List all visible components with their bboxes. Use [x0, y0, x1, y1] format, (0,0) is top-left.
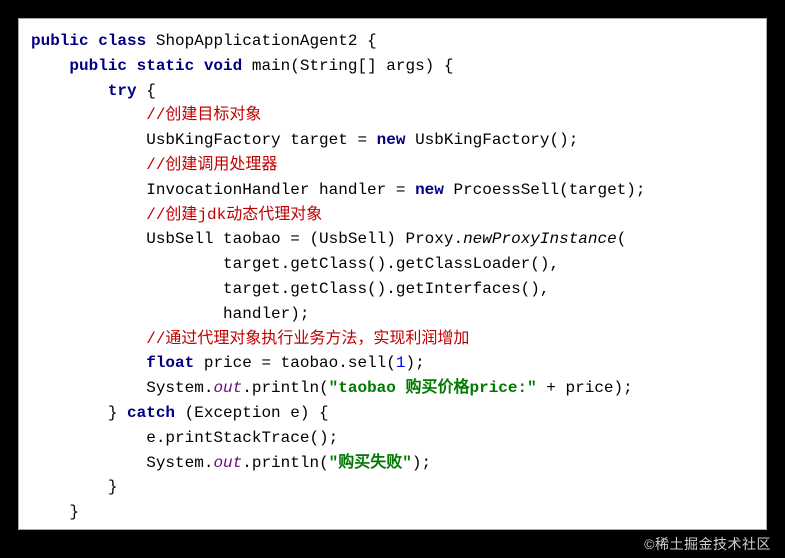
class-name: ShopApplicationAgent2	[156, 32, 358, 50]
println: .println(	[242, 379, 328, 397]
price-decl: price = taobao.sell(	[194, 354, 396, 372]
println-close: );	[412, 454, 431, 472]
println: .println(	[242, 454, 328, 472]
keyword-catch: catch	[127, 404, 175, 422]
comment-proxy: //创建jdk动态代理对象	[146, 206, 322, 224]
system: System.	[146, 454, 213, 472]
keyword-float: float	[146, 354, 194, 372]
price-end: );	[405, 354, 424, 372]
out-field: out	[213, 454, 242, 472]
watermark: ©稀土掘金技术社区	[644, 534, 771, 554]
keyword-new: new	[415, 181, 444, 199]
proxy-arg3: handler);	[223, 305, 309, 323]
handler-decl: InvocationHandler handler =	[146, 181, 415, 199]
proxy-decl: UsbSell taobao = (UsbSell) Proxy.	[146, 230, 463, 248]
method-main: main	[252, 57, 290, 75]
stacktrace: e.printStackTrace();	[146, 429, 338, 447]
paren: (	[617, 230, 627, 248]
out-field: out	[213, 379, 242, 397]
handler-ctor: PrcoessSell(target);	[444, 181, 646, 199]
target-ctor: UsbKingFactory();	[405, 131, 578, 149]
keyword-main-prefix: public static void	[69, 57, 242, 75]
keyword-new: new	[377, 131, 406, 149]
system: System.	[146, 379, 213, 397]
print-concat: + price);	[537, 379, 633, 397]
string-price: "taobao 购买价格price:"	[329, 379, 537, 397]
proxy-method: newProxyInstance	[463, 230, 617, 248]
keyword-public: public	[31, 32, 89, 50]
code-block: public class ShopApplicationAgent2 { pub…	[18, 18, 767, 530]
catch-params: (Exception e) {	[175, 404, 329, 422]
string-fail: "购买失败"	[329, 454, 412, 472]
proxy-arg2: target.getClass().getInterfaces(),	[223, 280, 549, 298]
comment-biz: //通过代理对象执行业务方法，实现利润增加	[146, 330, 469, 348]
comment-handler: //创建调用处理器	[146, 156, 277, 174]
keyword-class: class	[98, 32, 146, 50]
target-decl: UsbKingFactory target =	[146, 131, 376, 149]
comment-target: //创建目标对象	[146, 106, 261, 124]
keyword-try: try	[108, 82, 137, 100]
main-params: (String[] args)	[290, 57, 434, 75]
proxy-arg1: target.getClass().getClassLoader(),	[223, 255, 559, 273]
